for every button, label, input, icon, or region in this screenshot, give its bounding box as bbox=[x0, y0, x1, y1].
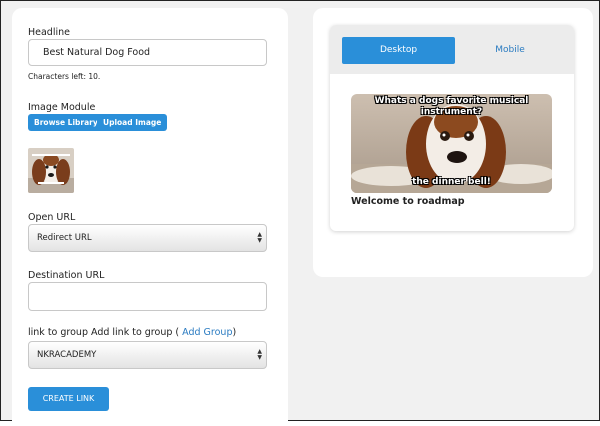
create-link-button[interactable]: CREATE LINK bbox=[28, 387, 109, 411]
preview-card: Desktop Mobile Whats a dogs favorite mus… bbox=[330, 25, 574, 231]
open-url-value: Redirect URL bbox=[37, 233, 92, 243]
link-to-group-text: link to group Add link to group ( bbox=[28, 327, 180, 338]
open-url-select[interactable]: Redirect URL ▲ ▼ bbox=[28, 224, 267, 252]
image-thumbnail[interactable] bbox=[28, 148, 74, 193]
upload-image-button[interactable]: Upload Image bbox=[97, 114, 168, 131]
browse-library-button[interactable]: Browse Library bbox=[28, 114, 104, 131]
select-arrows-icon: ▲ ▼ bbox=[257, 231, 262, 244]
preview-tabbar: Desktop Mobile bbox=[330, 25, 574, 74]
meme-top-text: Whats a dogs favorite musical instrument… bbox=[374, 96, 529, 117]
meme-bottom-text: the dinner bell! bbox=[412, 177, 491, 187]
image-module-label: Image Module bbox=[28, 102, 96, 113]
group-value: NKRACADEMY bbox=[37, 350, 97, 360]
tab-desktop[interactable]: Desktop bbox=[342, 37, 455, 64]
group-select[interactable]: NKRACADEMY ▲ ▼ bbox=[28, 341, 267, 369]
link-form-panel: Headline Best Natural Dog Food Character… bbox=[12, 8, 288, 426]
link-to-group-label: link to group Add link to group ( Add Gr… bbox=[28, 327, 236, 338]
characters-left-text: Characters left: 10. bbox=[28, 72, 101, 81]
link-to-group-close: ) bbox=[232, 327, 237, 338]
dog-thumbnail-icon bbox=[28, 148, 74, 193]
tab-mobile[interactable]: Mobile bbox=[470, 37, 550, 64]
destination-url-input[interactable] bbox=[28, 282, 267, 311]
preview-panel: Desktop Mobile Whats a dogs favorite mus… bbox=[313, 8, 593, 277]
preview-image: Whats a dogs favorite musical instrument… bbox=[351, 94, 552, 193]
select-arrows-icon: ▲ ▼ bbox=[257, 348, 262, 361]
headline-input[interactable]: Best Natural Dog Food bbox=[28, 39, 267, 66]
preview-title: Welcome to roadmap bbox=[351, 196, 465, 207]
add-group-link[interactable]: Add Group bbox=[182, 327, 232, 338]
open-url-label: Open URL bbox=[28, 212, 76, 223]
headline-label: Headline bbox=[28, 27, 70, 38]
destination-url-label: Destination URL bbox=[28, 270, 105, 281]
